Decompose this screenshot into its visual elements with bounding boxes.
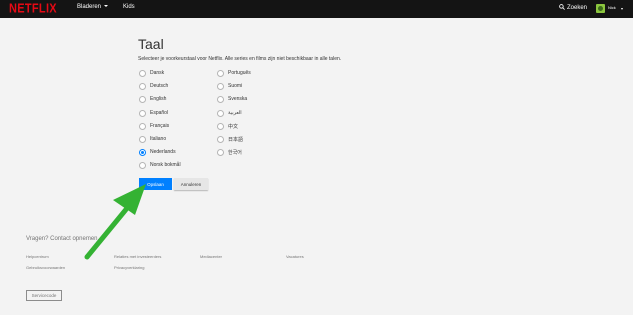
footer-link-terms[interactable]: Gebruiksvoorwaarden — [26, 265, 65, 270]
service-code-button[interactable]: Servicecode — [26, 290, 62, 301]
footer-contact-link[interactable]: Vragen? Contact opnemen. — [26, 236, 99, 242]
footer-link-media[interactable]: Mediacenter — [200, 254, 222, 259]
annotation-arrow-icon — [84, 184, 146, 260]
footer-link-jobs[interactable]: Vacatures — [286, 254, 304, 259]
footer-link-privacy[interactable]: Privacyverklaring — [114, 265, 144, 270]
footer-link-investors[interactable]: Relaties met investeerders — [114, 254, 161, 259]
footer-link-help[interactable]: Helpcentrum — [26, 254, 49, 259]
